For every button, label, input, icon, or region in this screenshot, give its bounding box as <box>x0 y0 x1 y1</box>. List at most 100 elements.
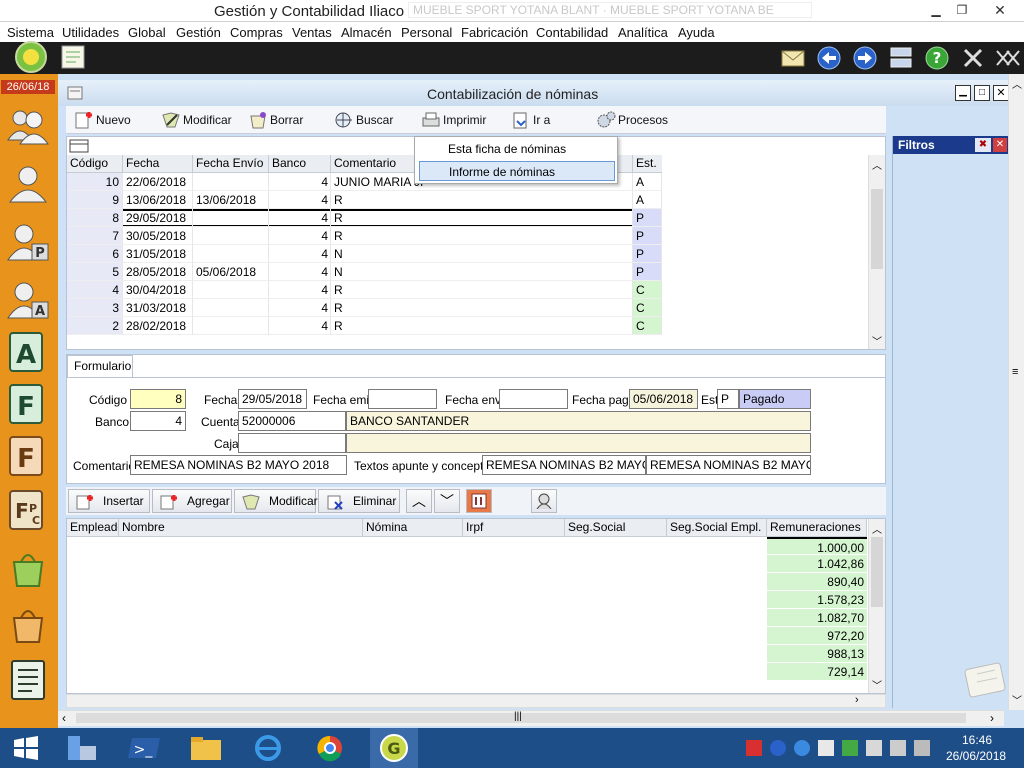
menu-sistema[interactable]: Sistema <box>7 25 54 40</box>
tray-security-icon[interactable] <box>842 740 858 756</box>
scroll-grip[interactable]: ≡ <box>1012 366 1018 378</box>
col-codigo[interactable]: Código <box>67 155 123 173</box>
calculator-button[interactable] <box>466 489 492 513</box>
menu-item-informe[interactable]: Informe de nóminas <box>419 161 615 181</box>
imprimir-button[interactable]: Imprimir <box>421 111 486 131</box>
tray-network-icon[interactable] <box>890 740 906 756</box>
scroll-thumb[interactable] <box>871 189 883 269</box>
filters-close-icon[interactable]: ✕ <box>993 138 1007 152</box>
grid-options-icon[interactable] <box>69 139 89 153</box>
taskbar-active-app[interactable]: G <box>370 728 418 768</box>
list-item[interactable]: 988,13 <box>767 645 867 663</box>
minimize-button[interactable]: ▁ <box>924 0 948 20</box>
menu-ayuda[interactable]: Ayuda <box>678 25 715 40</box>
user-a-icon[interactable]: A <box>6 278 50 322</box>
agregar-button[interactable]: Agregar <box>152 489 232 513</box>
tray-chart-icon[interactable] <box>866 740 882 756</box>
tray-app-icon[interactable] <box>746 740 762 756</box>
back-arrow-icon[interactable] <box>816 45 842 71</box>
pin-icon[interactable]: ✖ <box>975 138 991 152</box>
insertar-button[interactable]: Insertar <box>68 489 150 513</box>
col-seg-social-empl[interactable]: Seg.Social Empl. <box>667 519 767 537</box>
detail-modificar-button[interactable]: Modificar <box>234 489 318 513</box>
col-seg-social[interactable]: Seg.Social <box>565 519 667 537</box>
menu-analitica[interactable]: Analítica <box>618 25 668 40</box>
modificar-button[interactable]: Modificar <box>161 111 232 131</box>
menu-item-esta-ficha[interactable]: Esta ficha de nóminas <box>419 139 615 159</box>
window-list-icon[interactable] <box>888 45 914 71</box>
list-item[interactable]: 1.082,70 <box>767 609 867 627</box>
list-item[interactable]: 1.042,86 <box>767 555 867 573</box>
fecha-emi-field[interactable] <box>368 389 437 409</box>
tray-teamviewer-icon[interactable] <box>770 740 786 756</box>
scroll-thumb[interactable] <box>871 537 883 607</box>
mail-icon[interactable] <box>780 46 806 70</box>
list-item[interactable]: 1.000,00 <box>767 537 867 555</box>
nuevo-button[interactable]: Nuevo <box>74 111 131 131</box>
tray-volume-icon[interactable] <box>914 740 930 756</box>
tray-flag-icon[interactable] <box>818 740 834 756</box>
user-icon[interactable] <box>6 162 50 206</box>
module-f-orange-icon[interactable]: F <box>6 434 50 478</box>
child-minimize-button[interactable]: ▁ <box>955 85 971 101</box>
codigo-field[interactable]: 8 <box>130 389 186 409</box>
list-item[interactable]: 972,20 <box>767 627 867 645</box>
col-banco[interactable]: Banco <box>269 155 331 173</box>
file-explorer-icon[interactable] <box>186 732 226 764</box>
move-up-button[interactable]: ︿ <box>406 489 432 513</box>
scroll-right-arrow[interactable]: › <box>855 694 859 706</box>
shopping-bag-orange-icon[interactable] <box>6 602 50 646</box>
fecha-env-field[interactable] <box>499 389 568 409</box>
module-fpc-icon[interactable]: F P C <box>6 488 50 532</box>
col-nomina[interactable]: Nómina <box>363 519 463 537</box>
close-button[interactable]: ✕ <box>976 0 1024 20</box>
est-field[interactable]: P <box>717 389 739 409</box>
app-logo-icon[interactable] <box>6 40 56 74</box>
menu-personal[interactable]: Personal <box>401 25 452 40</box>
comentario-field[interactable]: REMESA NOMINAS B2 MAYO 2018 <box>130 455 347 475</box>
cuenta-field[interactable]: 52000006 <box>238 411 346 431</box>
procesos-button[interactable]: Procesos <box>596 111 668 131</box>
chrome-icon[interactable] <box>310 732 350 764</box>
borrar-button[interactable]: Borrar <box>248 111 303 131</box>
notepad-icon[interactable] <box>60 44 86 70</box>
scroll-up-arrow[interactable]: ︿ <box>872 521 882 536</box>
scroll-down-arrow[interactable]: ﹀ <box>872 333 882 348</box>
child-maximize-button[interactable]: □ <box>974 85 990 101</box>
scroll-left-arrow[interactable]: ‹ <box>62 711 66 725</box>
scroll-up-arrow[interactable]: ︿ <box>1012 76 1022 91</box>
fecha-field[interactable]: 29/05/2018 <box>238 389 307 409</box>
menu-compras[interactable]: Compras <box>230 25 283 40</box>
tray-sync-icon[interactable] <box>794 740 810 756</box>
close-windows-icon[interactable] <box>960 45 986 71</box>
col-remuneraciones[interactable]: Remuneraciones <box>767 519 867 537</box>
main-horizontal-scrollbar[interactable]: ‹ ||| › <box>58 710 1004 726</box>
start-button-icon[interactable] <box>6 732 46 764</box>
menu-gestion[interactable]: Gestión <box>176 25 221 40</box>
detail-horizontal-scrollbar[interactable]: › <box>66 694 886 708</box>
eliminar-button[interactable]: Eliminar <box>318 489 400 513</box>
banco-field[interactable]: 4 <box>130 411 186 431</box>
buscar-button[interactable]: Buscar <box>334 111 393 131</box>
module-a-icon[interactable]: A <box>6 330 50 374</box>
forward-arrow-icon[interactable] <box>852 45 878 71</box>
fecha-pag-field[interactable]: 05/06/2018 <box>629 389 698 409</box>
col-irpf[interactable]: Irpf <box>463 519 565 537</box>
menu-global[interactable]: Global <box>128 25 166 40</box>
menu-fabricacion[interactable]: Fabricación <box>461 25 528 40</box>
texto-concepto-field[interactable]: REMESA NOMINAS B2 MAYO 20 <box>646 455 811 475</box>
shopping-bag-green-icon[interactable] <box>6 546 50 590</box>
menu-almacen[interactable]: Almacén <box>341 25 392 40</box>
col-est[interactable]: Est. <box>633 155 662 173</box>
move-down-button[interactable]: ﹀ <box>434 489 460 513</box>
col-fecha[interactable]: Fecha <box>123 155 193 173</box>
list-item[interactable]: 729,14 <box>767 663 867 681</box>
caja-field[interactable] <box>238 433 346 453</box>
help-icon[interactable]: ? <box>924 45 950 71</box>
powershell-icon[interactable]: >_ <box>124 732 164 764</box>
list-item[interactable]: 890,40 <box>767 573 867 591</box>
child-close-button[interactable]: ✕ <box>993 85 1009 101</box>
list-item[interactable]: 1.578,23 <box>767 591 867 609</box>
detail-vertical-scrollbar[interactable]: ︿ ﹀ <box>868 519 885 693</box>
users-group-icon[interactable] <box>6 104 50 148</box>
